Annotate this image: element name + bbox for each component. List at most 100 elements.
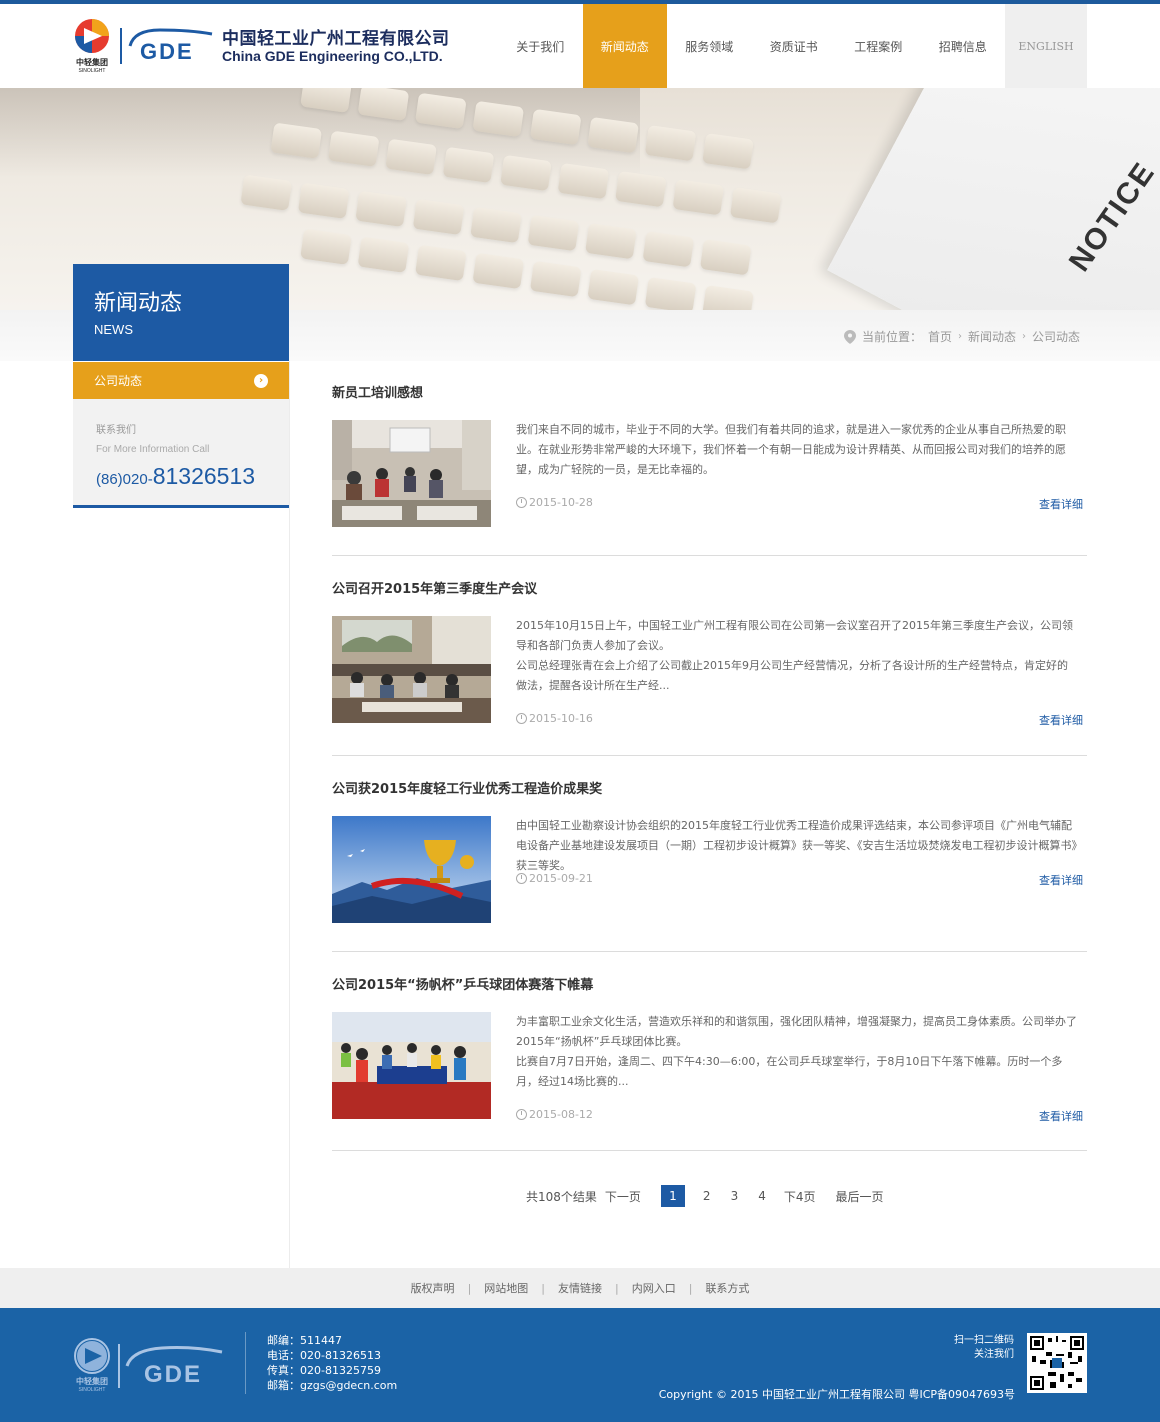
news-date: 2015-09-21 — [516, 872, 593, 885]
nav-jobs[interactable]: 招聘信息 — [921, 4, 1006, 88]
pagination-page-2[interactable]: 2 — [703, 1189, 711, 1203]
view-detail-link[interactable]: 查看详细 — [1039, 712, 1083, 728]
news-date-text: 2015-10-16 — [529, 712, 593, 725]
news-thumbnail[interactable] — [332, 816, 491, 923]
news-date-text: 2015-09-21 — [529, 872, 593, 885]
location-pin-icon — [843, 329, 856, 344]
nav-about[interactable]: 关于我们 — [498, 4, 583, 88]
sidebar-title-en: NEWS — [94, 322, 133, 337]
svg-text:中轻集团: 中轻集团 — [76, 57, 108, 67]
sidebar-title: 新闻动态 NEWS — [73, 264, 289, 361]
clock-icon — [516, 497, 527, 508]
news-date-text: 2015-10-28 — [529, 496, 593, 509]
nav-services[interactable]: 服务领域 — [667, 4, 752, 88]
footer-link-copyright[interactable]: 版权声明 — [411, 1280, 455, 1296]
footer: 中轻集团 SINOLIGHT GDE 邮编：511447 电话：020-8132… — [0, 1308, 1160, 1422]
news-summary: 为丰富职工业余文化生活，营造欢乐祥和的和谐氛围，强化团队精神，增强凝聚力，提高员… — [516, 1012, 1078, 1092]
nav-english[interactable]: ENGLISH — [1005, 4, 1087, 88]
qr-label-line2: 关注我们 — [974, 1349, 1014, 1360]
breadcrumb: 当前位置： 首页 › 新闻动态 › 公司动态 — [843, 328, 1080, 345]
list-item: 新员工培训感想 我们来自不同的城市，毕业于不同的大学。但我们有着共同的追求，就是… — [332, 372, 1087, 556]
footer-postcode: 邮编：511447 — [267, 1334, 342, 1347]
news-thumbnail[interactable] — [332, 420, 491, 527]
footer-logo-icon: 中轻集团 SINOLIGHT GDE — [74, 1338, 223, 1393]
news-title[interactable]: 公司2015年“扬帆杯”乒乓球团体赛落下帷幕 — [332, 974, 593, 993]
chevron-right-icon: › — [957, 331, 962, 342]
news-date: 2015-08-12 — [516, 1108, 593, 1121]
breadcrumb-home[interactable]: 首页 — [928, 328, 952, 345]
footer-divider — [245, 1332, 246, 1394]
footer-link-friends[interactable]: 友情链接 — [558, 1280, 602, 1296]
news-list: 新员工培训感想 我们来自不同的城市，毕业于不同的大学。但我们有着共同的追求，就是… — [332, 372, 1087, 1151]
footer-links: 版权声明 | 网站地图 | 友情链接 | 内网入口 | 联系方式 — [0, 1268, 1160, 1308]
footer-contact-info: 邮编：511447 电话：020-81326513 传真：020-8132575… — [267, 1333, 397, 1393]
footer-copyright: Copyright © 2015 中国轻工业广州工程有限公司 粤ICP备0904… — [658, 1388, 1015, 1401]
list-item: 公司获2015年度轻工行业优秀工程造价成果奖 由中国轻工业勘察设计协会组织的20… — [332, 756, 1087, 952]
news-summary-para1: 2015年10月15日上午，中国轻工业广州工程有限公司在公司第一会议室召开了20… — [516, 619, 1073, 652]
news-thumbnail[interactable] — [332, 616, 491, 723]
contact-box: 联系我们 For More Information Call (86)020-8… — [73, 399, 289, 508]
pagination-page-3[interactable]: 3 — [731, 1189, 739, 1203]
news-title[interactable]: 公司获2015年度轻工行业优秀工程造价成果奖 — [332, 778, 602, 797]
view-detail-link[interactable]: 查看详细 — [1039, 1108, 1083, 1124]
company-logo[interactable]: 中轻集团 SINOLIGHT GDE 中国轻工业广州工程有限公司 China G… — [72, 16, 472, 76]
news-title[interactable]: 新员工培训感想 — [332, 382, 423, 401]
news-date: 2015-10-16 — [516, 712, 593, 725]
news-summary-para1: 为丰富职工业余文化生活，营造欢乐祥和的和谐氛围，强化团队精神，增强凝聚力，提高员… — [516, 1015, 1077, 1048]
nav-certificates[interactable]: 资质证书 — [752, 4, 837, 88]
news-image — [332, 816, 491, 923]
footer-link-sitemap[interactable]: 网站地图 — [484, 1280, 528, 1296]
news-thumbnail[interactable] — [332, 1012, 491, 1119]
qr-code-icon — [1027, 1333, 1087, 1393]
clock-icon — [516, 1109, 527, 1120]
news-summary: 2015年10月15日上午，中国轻工业广州工程有限公司在公司第一会议室召开了20… — [516, 616, 1078, 696]
list-item: 公司召开2015年第三季度生产会议 2015年10月15日上午，中国轻工业广州工… — [332, 556, 1087, 756]
svg-text:GDE: GDE — [140, 39, 194, 64]
view-detail-link[interactable]: 查看详细 — [1039, 872, 1083, 888]
pagination-page-4[interactable]: 4 — [758, 1189, 766, 1203]
footer-link-contact[interactable]: 联系方式 — [705, 1280, 749, 1296]
news-title[interactable]: 公司召开2015年第三季度生产会议 — [332, 578, 537, 597]
nav-news[interactable]: 新闻动态 — [582, 4, 667, 88]
view-detail-link[interactable]: 查看详细 — [1039, 496, 1083, 512]
breadcrumb-prefix: 当前位置： — [861, 330, 922, 344]
news-summary-para2: 公司总经理张青在会上介绍了公司截止2015年9月公司生产经营情况，分析了各设计所… — [516, 659, 1068, 692]
breadcrumb-company-news[interactable]: 公司动态 — [1032, 328, 1080, 345]
pagination-next4[interactable]: 下4页 — [784, 1188, 816, 1205]
sidebar-item-label: 公司动态 — [94, 374, 143, 388]
svg-text:GDE: GDE — [144, 1361, 202, 1388]
pagination-total: 共108个结果 — [526, 1189, 597, 1204]
news-image — [332, 420, 491, 527]
company-name-cn: 中国轻工业广州工程有限公司 — [222, 29, 450, 49]
contact-subtitle: For More Information Call — [96, 444, 210, 455]
sidebar-title-cn: 新闻动态 — [94, 291, 183, 316]
list-item: 公司2015年“扬帆杯”乒乓球团体赛落下帷幕 为丰富职工业余文化生活，营造欢乐祥… — [332, 952, 1087, 1151]
news-image — [332, 616, 491, 723]
sinolight-logo-icon: 中轻集团 SINOLIGHT — [75, 19, 109, 74]
main-nav: 关于我们 新闻动态 服务领域 资质证书 工程案例 招聘信息 ENGLISH — [498, 4, 1087, 88]
sidebar-divider — [289, 361, 290, 1268]
header: 中轻集团 SINOLIGHT GDE 中国轻工业广州工程有限公司 China G… — [0, 4, 1160, 88]
footer-email[interactable]: 邮箱：gzgs@gdecn.com — [267, 1378, 397, 1393]
phone-prefix: (86)020- — [96, 471, 153, 488]
pagination: 共108个结果 下一页 1 2 3 4 下4页 最后一页 — [526, 1185, 898, 1207]
footer-link-intranet[interactable]: 内网入口 — [632, 1280, 676, 1296]
chevron-right-circle-icon: › — [254, 373, 268, 388]
footer-fax: 传真：020-81325759 — [267, 1364, 381, 1377]
pagination-prev[interactable]: 下一页 — [605, 1188, 641, 1205]
breadcrumb-news[interactable]: 新闻动态 — [968, 328, 1016, 345]
phone-number: 81326513 — [152, 463, 256, 489]
sidebar-item-company-news[interactable]: 公司动态 › — [73, 362, 289, 399]
qr-label: 扫一扫二维码 关注我们 — [940, 1334, 1014, 1362]
news-summary: 由中国轻工业勘察设计协会组织的2015年度轻工行业优秀工程造价成果评选结束，本公… — [516, 819, 1077, 872]
news-summary-para2: 比赛自7月7日开始，逢周二、四下午4:30—6:00，在公司乒乓球室举行，于8月… — [516, 1055, 1063, 1088]
qr-label-line1: 扫一扫二维码 — [954, 1335, 1014, 1346]
nav-cases[interactable]: 工程案例 — [836, 4, 921, 88]
svg-text:SINOLIGHT: SINOLIGHT — [79, 68, 106, 74]
contact-label: 联系我们 — [96, 425, 136, 436]
news-date: 2015-10-28 — [516, 496, 593, 509]
pagination-current-page[interactable]: 1 — [660, 1185, 685, 1207]
contact-phone: (86)020-81326513 — [96, 463, 289, 490]
pagination-last[interactable]: 最后一页 — [835, 1188, 883, 1205]
news-summary: 我们来自不同的城市，毕业于不同的大学。但我们有着共同的追求，就是进入一家优秀的企… — [516, 423, 1066, 476]
